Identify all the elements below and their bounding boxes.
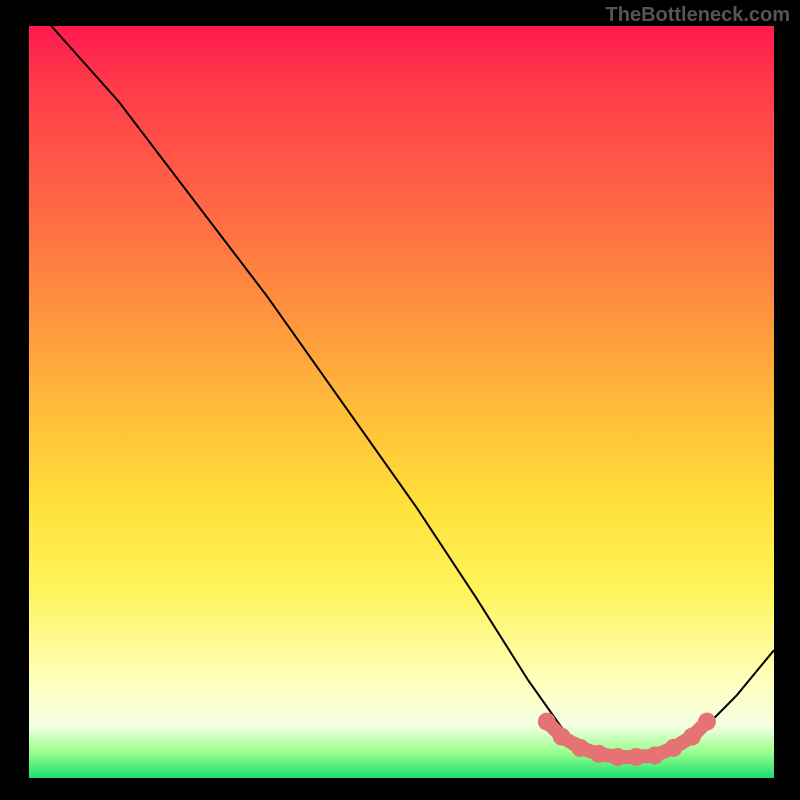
watermark-text: TheBottleneck.com: [606, 4, 790, 27]
chart-svg: [29, 26, 774, 778]
highlight-dot: [646, 746, 664, 764]
chart-frame: TheBottleneck.com: [0, 0, 800, 800]
highlight-dot: [683, 728, 701, 746]
highlight-dot: [538, 713, 556, 731]
highlight-dot: [553, 728, 571, 746]
highlight-dot: [571, 739, 589, 757]
highlight-dot: [609, 748, 627, 766]
highlight-dot: [590, 745, 608, 763]
highlight-segment: [547, 722, 707, 757]
highlight-dot: [665, 739, 683, 757]
highlight-dot: [698, 713, 716, 731]
bottleneck-curve: [51, 26, 774, 755]
plot-area: [29, 26, 774, 778]
highlight-dot: [627, 748, 645, 766]
